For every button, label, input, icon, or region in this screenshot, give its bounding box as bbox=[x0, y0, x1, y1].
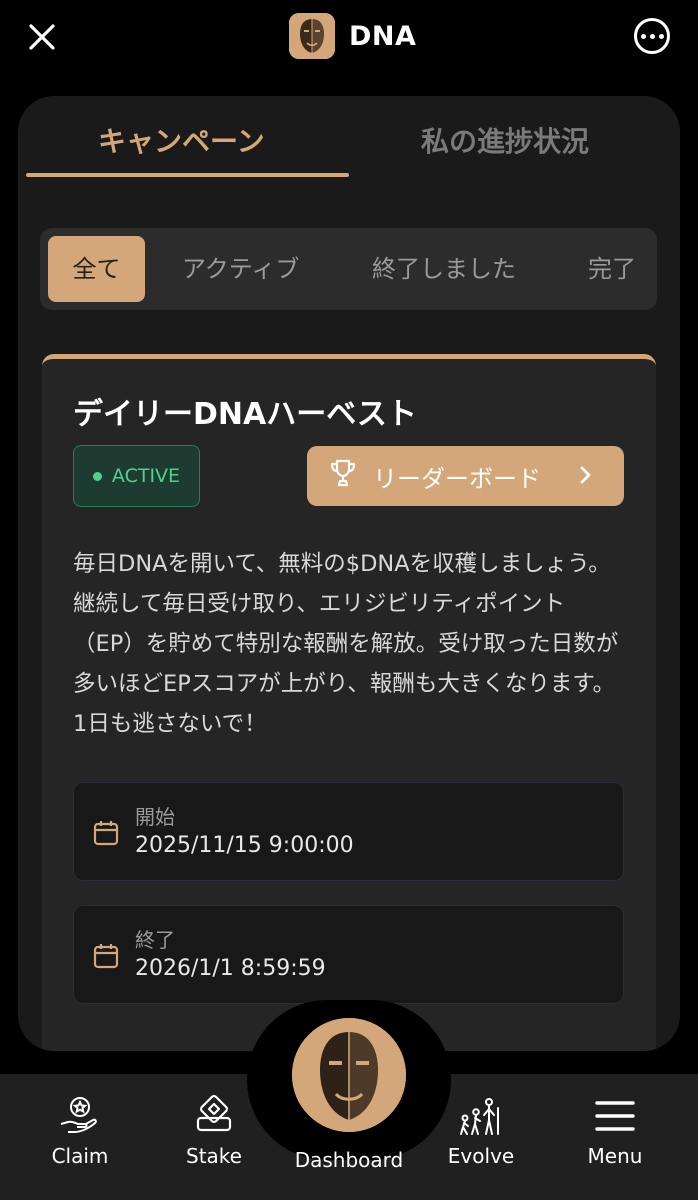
start-label: 開始 bbox=[135, 805, 175, 829]
app-name: DNA bbox=[349, 20, 417, 52]
evolve-icon bbox=[458, 1094, 504, 1142]
status-text: ACTIVE bbox=[111, 465, 181, 487]
top-bar: DNA bbox=[0, 0, 698, 80]
filter-completed[interactable]: 完了 bbox=[588, 236, 636, 302]
start-date-box: 開始 2025/11/15 9:00:00 bbox=[73, 782, 624, 881]
calendar-icon bbox=[93, 943, 119, 973]
leaderboard-label: リーダーボード bbox=[373, 464, 541, 493]
tab-my-progress[interactable]: 私の進捗状況 bbox=[421, 120, 589, 160]
tab-bar: キャンペーン 私の進捗状況 bbox=[18, 96, 680, 178]
filter-active[interactable]: アクティブ bbox=[182, 236, 299, 302]
chevron-right-icon bbox=[576, 460, 596, 496]
stake-icon bbox=[192, 1094, 236, 1142]
leaderboard-button[interactable]: リーダーボード bbox=[307, 446, 624, 506]
nav-claim-label: Claim bbox=[51, 1144, 109, 1168]
trophy-icon bbox=[329, 458, 357, 494]
nav-menu[interactable]: Menu bbox=[555, 1074, 675, 1200]
nav-claim[interactable]: Claim bbox=[20, 1074, 140, 1200]
dashboard-button[interactable] bbox=[292, 1018, 406, 1132]
calendar-icon bbox=[93, 820, 119, 850]
nav-dashboard-label[interactable]: Dashboard bbox=[247, 1148, 451, 1172]
end-value: 2026/1/1 8:59:59 bbox=[135, 956, 326, 981]
status-dot bbox=[92, 471, 102, 481]
campaign-card: デイリーDNAハーベスト ACTIVE リーダーボード 毎日DNAを開いて、無料… bbox=[42, 354, 656, 1051]
status-badge: ACTIVE bbox=[73, 445, 200, 507]
app-title: DNA bbox=[289, 13, 416, 59]
end-label: 終了 bbox=[135, 928, 175, 952]
tab-campaign[interactable]: キャンペーン bbox=[98, 120, 265, 160]
filter-ended[interactable]: 終了しました bbox=[372, 236, 516, 302]
campaign-title: デイリーDNAハーベスト bbox=[73, 397, 417, 432]
tab-underline bbox=[26, 173, 349, 177]
nav-menu-label: Menu bbox=[587, 1144, 643, 1168]
close-icon[interactable] bbox=[22, 17, 62, 57]
more-icon[interactable] bbox=[634, 18, 670, 54]
filter-bar: 全て アクティブ 終了しました 完了 bbox=[40, 228, 657, 310]
start-value: 2025/11/15 9:00:00 bbox=[135, 833, 354, 858]
campaign-panel: キャンペーン 私の進捗状況 全て アクティブ 終了しました 完了 デイリーDNA… bbox=[18, 96, 680, 1051]
claim-icon bbox=[58, 1094, 102, 1142]
end-date-box: 終了 2026/1/1 8:59:59 bbox=[73, 905, 624, 1004]
menu-icon bbox=[593, 1094, 637, 1142]
filter-all[interactable]: 全て bbox=[48, 236, 145, 302]
campaign-description: 毎日DNAを開いて、無料の$DNAを収穫しましょう。 継続して毎日受け取り、エリ… bbox=[73, 551, 619, 737]
dna-logo-icon bbox=[289, 13, 335, 59]
